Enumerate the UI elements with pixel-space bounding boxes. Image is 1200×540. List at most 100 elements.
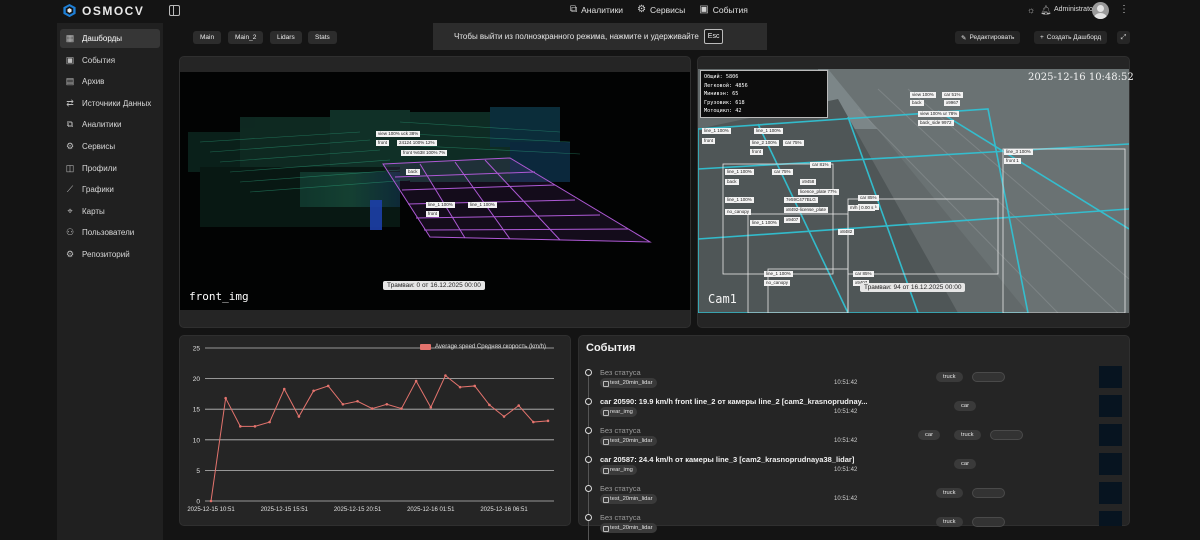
fullscreen-banner-text: Чтобы выйти из полноэкранного режима, на… bbox=[454, 32, 699, 41]
event-time: 10:51:42 bbox=[834, 496, 858, 502]
sidebar-item-analytics[interactable]: ⧉ Аналитики bbox=[60, 115, 160, 134]
event-title[interactable]: Без статуса bbox=[600, 368, 641, 377]
tab-main[interactable]: Main bbox=[193, 31, 222, 44]
event-chip-empty[interactable] bbox=[972, 488, 1005, 498]
lidar-tag: view 100% uck 38% bbox=[376, 131, 421, 137]
dashboards-icon: ▦ bbox=[65, 33, 75, 43]
sidebar-item-dashboards[interactable]: ▦ Дашборды bbox=[60, 29, 160, 48]
event-chip[interactable]: truck bbox=[936, 372, 963, 382]
speed-chart[interactable]: 0 5 10 15 20 25 2025-12-15 10:51 2025-12-15 15:… bbox=[179, 335, 571, 526]
event-chip[interactable]: car bbox=[918, 430, 941, 440]
lidar-tag: back bbox=[406, 169, 420, 175]
sidebar-item-events[interactable]: ▣ События bbox=[60, 51, 160, 70]
events-title: События bbox=[586, 342, 636, 354]
sidebar-item-label: Графики bbox=[82, 185, 114, 195]
camera-tag: x8482 bbox=[838, 229, 855, 235]
top-nav-events[interactable]: ▣ События bbox=[699, 4, 748, 15]
y-tick-label: 0 bbox=[196, 499, 200, 506]
event-title[interactable]: car 20587: 24.4 km/h от камеры line_3 [c… bbox=[600, 455, 854, 464]
event-chip[interactable]: car bbox=[954, 459, 977, 469]
camera-tag: no_canopy bbox=[764, 280, 791, 286]
camera-tag: line_1 100% bbox=[725, 197, 754, 203]
bell-icon[interactable]: 🔔︎ bbox=[1040, 5, 1051, 16]
analytics-icon: ⧉ bbox=[570, 4, 578, 15]
edit-button[interactable]: ✎ Редактировать bbox=[955, 31, 1021, 44]
camera-tag: front bbox=[750, 149, 764, 155]
event-chip[interactable]: truck bbox=[954, 430, 981, 440]
event-chip[interactable]: truck bbox=[936, 488, 963, 498]
logo[interactable]: OSMOCV bbox=[62, 3, 144, 18]
event-chip-empty[interactable] bbox=[972, 517, 1005, 527]
event-thumbnail[interactable] bbox=[1099, 482, 1122, 504]
chart-legend[interactable]: Average speed Средняя скорость (km/h) bbox=[420, 344, 546, 350]
lidar-pointcloud bbox=[188, 107, 652, 243]
event-thumbnail[interactable] bbox=[1099, 366, 1122, 388]
data-point bbox=[239, 425, 242, 428]
username[interactable]: Administrator bbox=[1054, 6, 1095, 13]
event-title[interactable]: car 20590: 19.9 km/h front line_2 от кам… bbox=[600, 397, 868, 406]
sidebar-item-data-sources[interactable]: ⇄ Источники Данных bbox=[60, 94, 160, 113]
sidebar-item-profiles[interactable]: ◫ Профили bbox=[60, 159, 160, 178]
tab-lidars[interactable]: Lidars bbox=[270, 31, 302, 44]
timeline-dot bbox=[585, 369, 592, 376]
data-point bbox=[414, 379, 418, 383]
event-chip[interactable]: truck bbox=[936, 517, 963, 527]
event-source[interactable]: test_20min_lidar bbox=[600, 523, 657, 533]
camera-tag: no_canopy bbox=[725, 209, 752, 215]
sidebar-item-graphs[interactable]: ⟋ Графики bbox=[60, 180, 160, 199]
theme-toggle-icon[interactable]: ☼ bbox=[1027, 5, 1035, 15]
top-nav-analytics[interactable]: ⧉ Аналитики bbox=[570, 4, 623, 15]
y-tick-label: 15 bbox=[193, 407, 201, 414]
sidebar-item-users[interactable]: ⚇ Пользователи bbox=[60, 223, 160, 242]
avatar[interactable] bbox=[1092, 2, 1109, 19]
camera-tag: licence_plate 77% bbox=[798, 189, 839, 195]
tab-main-2[interactable]: Main_2 bbox=[228, 31, 264, 44]
event-source[interactable]: test_20min_lidar bbox=[600, 378, 657, 388]
sidebar-item-label: Аналитики bbox=[82, 120, 122, 130]
event-thumbnail[interactable] bbox=[1099, 395, 1122, 417]
camera-caption: Трамваи: 94 от 16.12.2025 00:00 bbox=[860, 283, 966, 292]
top-nav-label: События bbox=[712, 4, 748, 15]
edit-button-label: Редактировать bbox=[969, 34, 1015, 41]
event-title[interactable]: Без статуса bbox=[600, 426, 641, 435]
top-nav-services[interactable]: ⚙ Сервисы bbox=[637, 4, 685, 15]
data-point bbox=[517, 404, 520, 407]
sidebar-item-label: Дашборды bbox=[82, 34, 122, 43]
event-title[interactable]: Без статуса bbox=[600, 484, 641, 493]
legend-label: Average speed Средняя скорость (km/h) bbox=[435, 344, 547, 350]
camera-tag: line_2 100% bbox=[750, 140, 779, 146]
more-menu-icon[interactable]: ⋮ bbox=[1119, 4, 1129, 15]
expand-icon[interactable]: ⤢ bbox=[1117, 31, 1130, 44]
sidebar-item-services[interactable]: ⚙ Сервисы bbox=[60, 137, 160, 156]
camera-timestamp: 2025-12-16 10:48:52 bbox=[1028, 72, 1134, 83]
sidebar-item-maps[interactable]: ⌖ Карты bbox=[60, 202, 160, 221]
event-source[interactable]: rear_img bbox=[600, 465, 637, 475]
timeline-dot bbox=[585, 456, 592, 463]
event-thumbnail[interactable] bbox=[1099, 511, 1122, 526]
y-tick-label: 25 bbox=[193, 346, 201, 353]
x-tick-label: 2025-12-16 01:51 bbox=[407, 507, 455, 513]
timeline-dot bbox=[585, 514, 592, 521]
camera-stats-box: Общий: 5806 Легковой: 4856 Минивэн: 65 Г… bbox=[700, 70, 828, 118]
event-title[interactable]: Без статуса bbox=[600, 513, 641, 522]
event-chip-empty[interactable] bbox=[990, 430, 1023, 440]
camera-tag: front bbox=[702, 138, 716, 144]
stat-line: Мотоцикл: 42 bbox=[704, 108, 742, 114]
event-source[interactable]: rear_img bbox=[600, 407, 637, 417]
timeline-dot bbox=[585, 485, 592, 492]
event-thumbnail[interactable] bbox=[1099, 453, 1122, 475]
sidebar-item-archive[interactable]: ▤ Архив bbox=[60, 72, 160, 91]
event-source[interactable]: test_20min_lidar bbox=[600, 436, 657, 446]
camera-tag: back bbox=[910, 100, 924, 106]
lidar-view[interactable]: view 100% uck 38% front 24124 100% 12% f… bbox=[180, 72, 690, 310]
sidebar-toggle-icon[interactable] bbox=[169, 5, 180, 16]
event-thumbnail[interactable] bbox=[1099, 424, 1122, 446]
sidebar-item-repository[interactable]: ⚙ Репозиторий bbox=[60, 245, 160, 264]
event-chip-empty[interactable] bbox=[972, 372, 1005, 382]
event-chip[interactable]: car bbox=[954, 401, 977, 411]
create-dashboard-button[interactable]: + Создать Дашборд bbox=[1034, 31, 1108, 44]
tab-stats[interactable]: Stats bbox=[308, 31, 337, 44]
gear-icon: ⚙ bbox=[637, 4, 647, 15]
event-time: 10:51:42 bbox=[834, 409, 858, 415]
event-source[interactable]: test_20min_lidar bbox=[600, 494, 657, 504]
